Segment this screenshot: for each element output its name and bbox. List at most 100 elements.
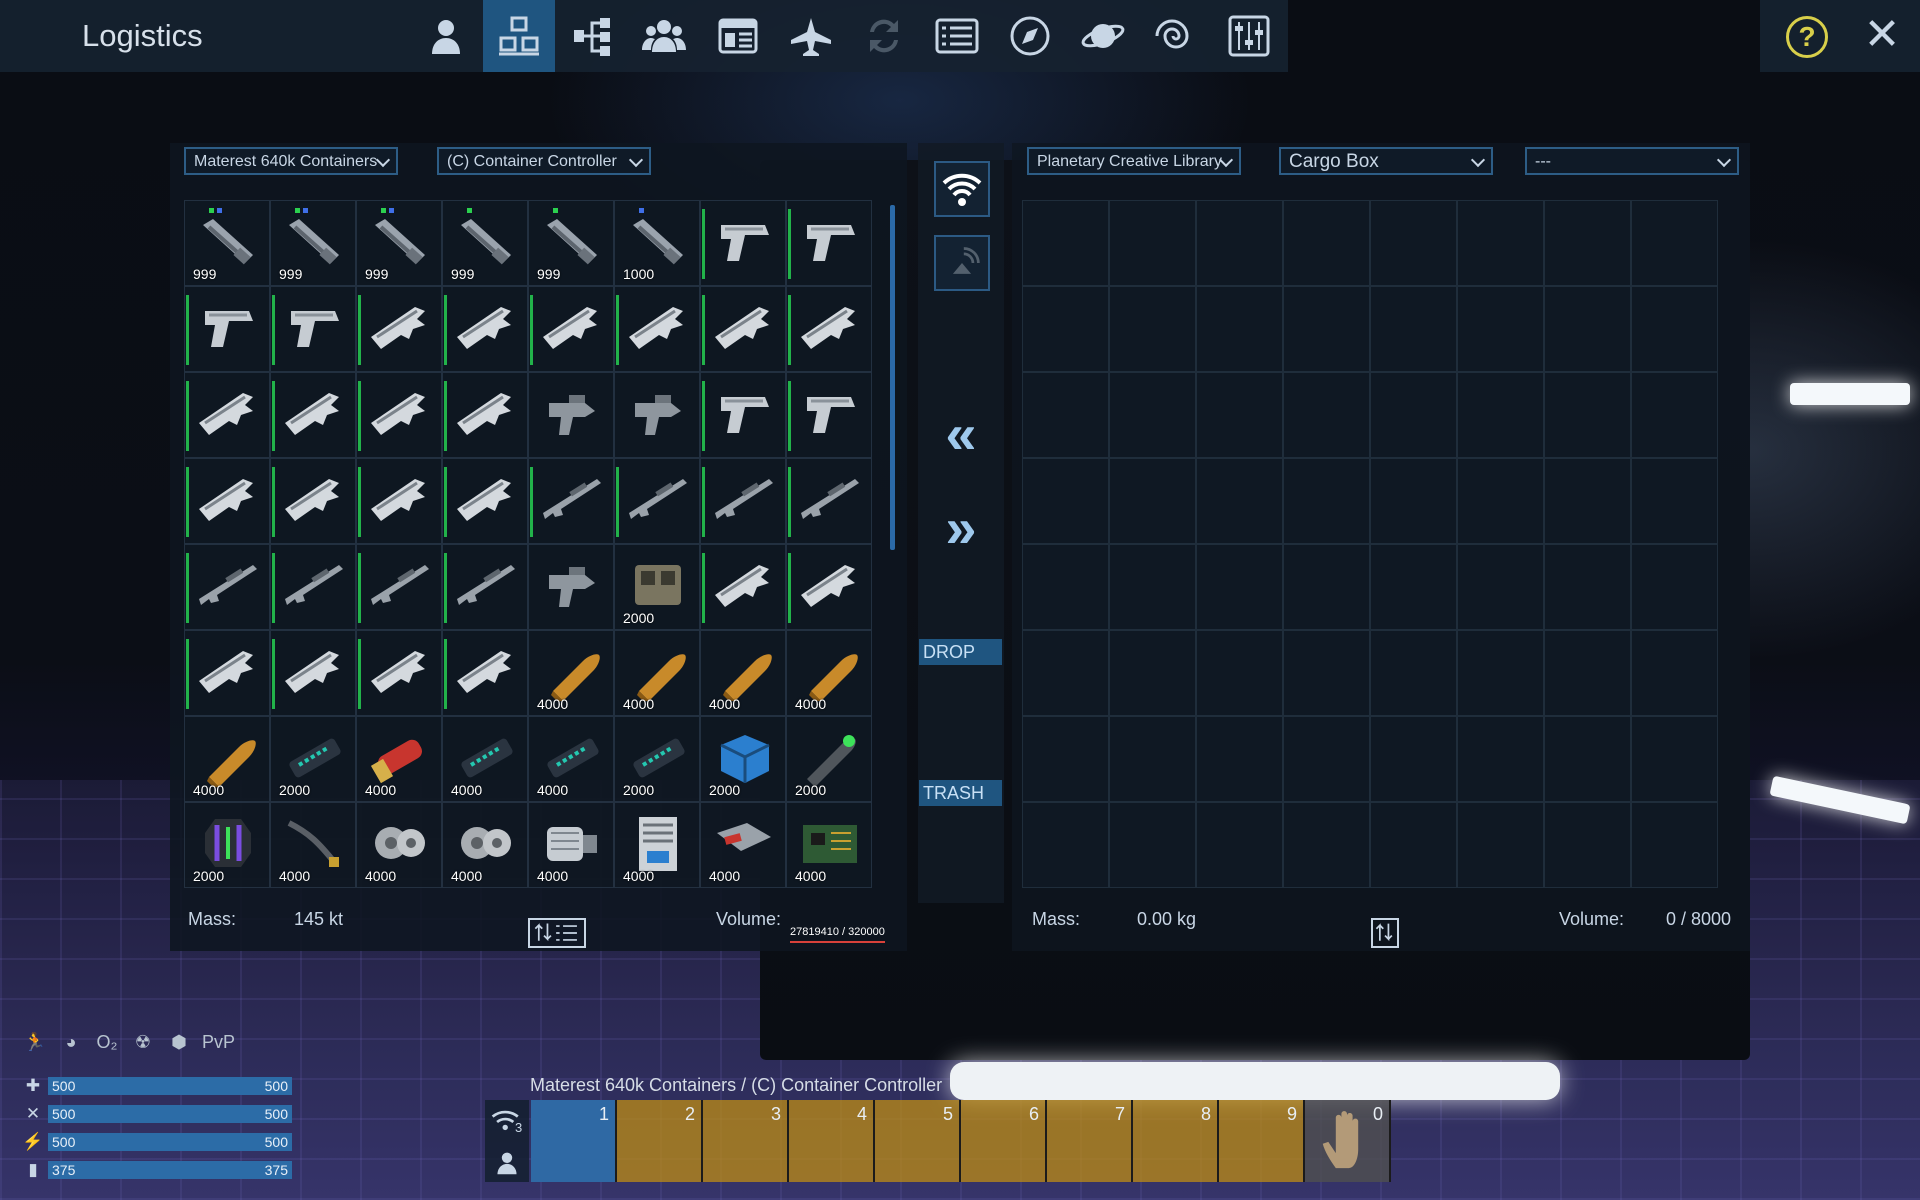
inventory-slot[interactable] [442, 372, 528, 458]
inventory-slot[interactable]: 2000 [184, 802, 270, 888]
inventory-slot[interactable] [786, 286, 872, 372]
inventory-slot[interactable]: 999 [184, 200, 270, 286]
inventory-slot[interactable] [528, 372, 614, 458]
inventory-slot[interactable] [442, 458, 528, 544]
inventory-slot[interactable] [1631, 200, 1718, 286]
hotbar-slot[interactable]: 2 [617, 1100, 703, 1182]
logistics-icon[interactable] [483, 0, 555, 72]
inventory-slot[interactable] [1109, 458, 1196, 544]
inventory-slot[interactable] [1370, 372, 1457, 458]
remote-access-button[interactable] [934, 235, 990, 291]
galaxy-icon[interactable] [1140, 0, 1212, 72]
inventory-slot[interactable]: 4000 [700, 802, 786, 888]
inventory-slot[interactable] [270, 544, 356, 630]
inventory-slot[interactable]: 4000 [528, 630, 614, 716]
inventory-slot[interactable]: 4000 [528, 716, 614, 802]
hotbar-slot[interactable]: 1 [531, 1100, 617, 1182]
faction-icon[interactable] [628, 0, 700, 72]
hotbar-slot[interactable]: 8 [1133, 1100, 1219, 1182]
inventory-slot[interactable] [700, 458, 786, 544]
techtree-icon[interactable] [556, 0, 628, 72]
inventory-slot[interactable] [184, 458, 270, 544]
inventory-slot[interactable] [1109, 200, 1196, 286]
inventory-slot[interactable]: 4000 [614, 630, 700, 716]
inventory-slot[interactable]: 999 [270, 200, 356, 286]
inventory-slot[interactable] [356, 630, 442, 716]
inventory-slot[interactable] [442, 286, 528, 372]
inventory-slot[interactable] [1283, 716, 1370, 802]
hotbar-slot[interactable]: 5 [875, 1100, 961, 1182]
inventory-slot[interactable] [1283, 544, 1370, 630]
inventory-slot[interactable] [184, 544, 270, 630]
inventory-slot[interactable] [1022, 458, 1109, 544]
inventory-slot[interactable] [614, 458, 700, 544]
inventory-slot[interactable]: 4000 [356, 802, 442, 888]
inventory-slot[interactable] [1109, 372, 1196, 458]
wifi-button[interactable] [934, 161, 990, 217]
inventory-slot[interactable] [1109, 716, 1196, 802]
inventory-slot[interactable] [786, 200, 872, 286]
inventory-slot[interactable] [1022, 286, 1109, 372]
inventory-slot[interactable] [1457, 716, 1544, 802]
inventory-slot[interactable] [1196, 458, 1283, 544]
inventory-slot[interactable]: 4000 [356, 716, 442, 802]
inventory-slot[interactable] [1544, 716, 1631, 802]
inventory-slot[interactable] [1544, 200, 1631, 286]
inventory-slot[interactable] [614, 372, 700, 458]
inventory-slot[interactable] [1631, 544, 1718, 630]
inventory-slot[interactable]: 4000 [270, 802, 356, 888]
inventory-slot[interactable] [1370, 286, 1457, 372]
inventory-slot[interactable] [1196, 286, 1283, 372]
registry-icon[interactable] [702, 0, 774, 72]
inventory-slot[interactable]: 2000 [786, 716, 872, 802]
sort-stack-button[interactable] [528, 918, 586, 948]
inventory-slot[interactable]: 999 [442, 200, 528, 286]
inventory-slot[interactable] [1196, 802, 1283, 888]
inventory-slot[interactable] [1283, 286, 1370, 372]
inventory-slot[interactable] [786, 458, 872, 544]
inventory-slot[interactable] [700, 200, 786, 286]
inventory-slot[interactable] [1544, 458, 1631, 544]
inventory-slot[interactable] [184, 372, 270, 458]
inventory-slot[interactable]: 4000 [442, 716, 528, 802]
inventory-slot[interactable] [1109, 544, 1196, 630]
inventory-slot[interactable] [1370, 630, 1457, 716]
inventory-slot[interactable] [1457, 630, 1544, 716]
inventory-slot[interactable] [1196, 716, 1283, 802]
inventory-slot[interactable] [1544, 372, 1631, 458]
inventory-slot[interactable] [528, 544, 614, 630]
inventory-slot[interactable] [1457, 200, 1544, 286]
target-container-dropdown[interactable]: Cargo Box [1279, 147, 1493, 175]
inventory-slot[interactable] [1370, 458, 1457, 544]
target-library-dropdown[interactable]: Planetary Creative Library [1027, 147, 1241, 175]
hotbar-slot[interactable]: 7 [1047, 1100, 1133, 1182]
source-device-dropdown[interactable]: (C) Container Controller [437, 147, 651, 175]
inventory-scrollbar[interactable] [890, 205, 895, 550]
inventory-slot[interactable] [1022, 716, 1109, 802]
inventory-slot[interactable]: 999 [528, 200, 614, 286]
player-icon[interactable] [410, 0, 482, 72]
hotbar-slot[interactable]: 6 [961, 1100, 1047, 1182]
compass-icon[interactable] [994, 0, 1066, 72]
close-button[interactable]: ✕ [1862, 12, 1902, 58]
inventory-slot[interactable] [1109, 286, 1196, 372]
inventory-slot[interactable] [1631, 802, 1718, 888]
inventory-slot[interactable] [356, 544, 442, 630]
hotbar-slot[interactable]: 4 [789, 1100, 875, 1182]
inventory-slot[interactable] [786, 544, 872, 630]
inventory-slot[interactable] [356, 286, 442, 372]
inventory-slot[interactable] [184, 286, 270, 372]
inventory-slot[interactable]: 4000 [700, 630, 786, 716]
inventory-slot[interactable] [184, 630, 270, 716]
inventory-slot[interactable] [1196, 544, 1283, 630]
inventory-slot[interactable] [1283, 372, 1370, 458]
inventory-slot[interactable]: 999 [356, 200, 442, 286]
inventory-slot[interactable] [1544, 286, 1631, 372]
list-icon[interactable] [921, 0, 993, 72]
inventory-slot[interactable] [1457, 286, 1544, 372]
inventory-slot[interactable] [356, 458, 442, 544]
source-container-dropdown[interactable]: Materest 640k Containers [184, 147, 398, 175]
inventory-slot[interactable]: 2000 [614, 544, 700, 630]
inventory-slot[interactable] [1544, 802, 1631, 888]
inventory-slot[interactable] [1022, 802, 1109, 888]
